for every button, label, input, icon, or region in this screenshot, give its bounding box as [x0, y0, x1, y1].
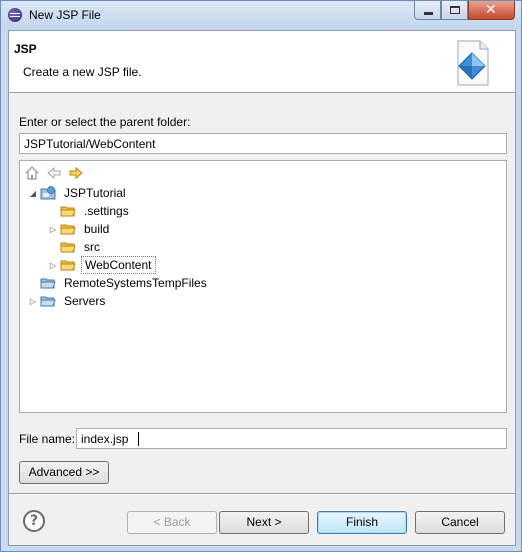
- help-icon[interactable]: ?: [23, 510, 45, 532]
- folder-icon: [60, 260, 76, 271]
- finish-button[interactable]: Finish: [317, 511, 407, 534]
- next-button[interactable]: Next >: [219, 511, 309, 534]
- title-bar[interactable]: New JSP File ✕: [1, 1, 521, 29]
- tree-item-label: RemoteSystemsTempFiles: [64, 276, 207, 290]
- advanced-button[interactable]: Advanced >>: [19, 461, 109, 484]
- expanded-arrow-icon[interactable]: ◢: [28, 189, 38, 198]
- back-icon[interactable]: [46, 165, 62, 181]
- file-name-value: index.jsp: [81, 432, 129, 446]
- wizard-header: JSP Create a new JSP file.: [9, 31, 515, 93]
- cancel-button[interactable]: Cancel: [415, 511, 505, 534]
- tree-item-label: build: [84, 222, 110, 236]
- tree-item-remotesystemstempfiles[interactable]: RemoteSystemsTempFiles: [28, 274, 210, 292]
- maximize-button[interactable]: [441, 1, 468, 20]
- window-title: New JSP File: [29, 8, 101, 22]
- back-button[interactable]: < Back: [127, 511, 217, 534]
- tree-item-label: Servers: [64, 294, 106, 308]
- project-folder-icon: [40, 278, 56, 289]
- tree-item-build[interactable]: ▷ build: [48, 220, 112, 238]
- tree-item-servers[interactable]: ▷ Servers: [28, 292, 108, 310]
- dialog-window: New JSP File ✕ JSP Create a new JSP file…: [0, 0, 522, 552]
- file-name-label: File name:: [19, 432, 76, 446]
- parent-folder-input[interactable]: JSPTutorial/WebContent: [19, 133, 507, 154]
- collapsed-arrow-icon[interactable]: ▷: [48, 261, 58, 270]
- folder-icon: [60, 224, 76, 235]
- folder-icon: [60, 206, 76, 217]
- tree-item-label: .settings: [84, 204, 129, 218]
- tree-item-label: WebContent: [81, 256, 156, 274]
- close-button[interactable]: ✕: [468, 1, 515, 20]
- project-icon: [40, 186, 56, 200]
- tree-item-settings[interactable]: .settings: [48, 202, 132, 220]
- home-icon[interactable]: [24, 165, 40, 181]
- wizard-title: JSP: [14, 42, 37, 56]
- close-icon: ✕: [485, 2, 497, 18]
- eclipse-icon: [8, 8, 22, 22]
- dialog-body: JSP Create a new JSP file. Enter or sele…: [8, 30, 516, 546]
- minimize-button[interactable]: [414, 1, 441, 20]
- folder-tree[interactable]: ◢ JSPTutorial .settings ▷ build src ▷ We…: [19, 160, 507, 413]
- button-bar-separator: [9, 493, 515, 495]
- text-cursor: [138, 432, 139, 446]
- tree-item-jsptutorial[interactable]: ◢ JSPTutorial: [28, 184, 129, 202]
- jsp-file-wizard-icon: [457, 40, 489, 86]
- forward-icon[interactable]: [68, 165, 84, 181]
- project-folder-icon: [40, 296, 56, 307]
- parent-folder-label: Enter or select the parent folder:: [19, 115, 191, 129]
- file-name-input[interactable]: index.jsp: [76, 428, 507, 449]
- tree-item-label: src: [84, 240, 100, 254]
- folder-icon: [60, 242, 76, 253]
- wizard-description: Create a new JSP file.: [23, 65, 142, 79]
- tree-item-webcontent[interactable]: ▷ WebContent: [48, 256, 156, 274]
- collapsed-arrow-icon[interactable]: ▷: [28, 297, 38, 306]
- tree-item-label: JSPTutorial: [64, 186, 126, 200]
- collapsed-arrow-icon[interactable]: ▷: [48, 225, 58, 234]
- tree-item-src[interactable]: src: [48, 238, 103, 256]
